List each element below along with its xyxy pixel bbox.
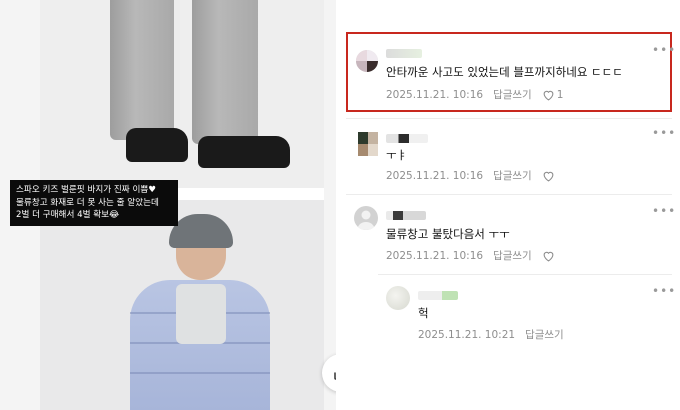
comment-timestamp: 2025.11.21. 10:16 bbox=[386, 249, 484, 262]
right-shoe bbox=[198, 136, 290, 168]
more-options-icon[interactable]: ••• bbox=[652, 204, 676, 218]
comment-timestamp: 2025.11.21. 10:16 bbox=[386, 88, 484, 101]
pants-right-leg bbox=[192, 0, 258, 144]
left-shoe bbox=[126, 128, 188, 162]
avatar[interactable] bbox=[358, 132, 378, 156]
like-button[interactable] bbox=[542, 250, 555, 262]
comment-timestamp: 2025.11.21. 10:21 bbox=[418, 328, 516, 341]
like-button[interactable] bbox=[542, 170, 555, 182]
comment-meta: 2025.11.21. 10:21 답글쓰기 bbox=[418, 327, 564, 342]
like-count: 1 bbox=[556, 88, 564, 101]
comment-text: 물류창고 불탔다음서 ㅜㅜ bbox=[386, 227, 510, 241]
comment-divider bbox=[346, 194, 672, 195]
comment-timestamp: 2025.11.21. 10:16 bbox=[386, 169, 484, 182]
caption-line: 2벌 더 구매해서 4벌 확보😂 bbox=[16, 210, 120, 220]
comment-text: 헉 bbox=[418, 306, 429, 320]
product-photo-panel: 스파오 키즈 벌룬핏 바지가 진짜 이쁨♥ 물류창고 화재로 더 못 사는 줄 … bbox=[0, 0, 370, 410]
comment-text: ㅜㅑ bbox=[386, 148, 408, 162]
reply-button[interactable]: 답글쓰기 bbox=[525, 327, 564, 342]
comment-text: 안타까운 사고도 있었는데 블프까지하네요 ㄷㄷㄷ bbox=[386, 65, 623, 79]
comment-divider bbox=[346, 118, 672, 119]
reply-button[interactable]: 답글쓰기 bbox=[493, 248, 532, 263]
child-model-photo bbox=[40, 200, 324, 410]
avatar[interactable] bbox=[356, 50, 378, 72]
heart-icon bbox=[543, 171, 554, 182]
heart-icon bbox=[543, 90, 554, 101]
username[interactable] bbox=[386, 49, 422, 58]
pants-left-leg bbox=[110, 0, 174, 140]
caption-line: 물류창고 화재로 더 못 사는 줄 알았는데 bbox=[16, 197, 159, 208]
like-button[interactable]: 1 bbox=[542, 88, 564, 101]
beanie-hat bbox=[169, 214, 233, 248]
reply-button[interactable]: 답글쓰기 bbox=[493, 168, 532, 183]
sweater bbox=[176, 284, 226, 344]
more-options-icon[interactable]: ••• bbox=[652, 284, 676, 298]
username[interactable] bbox=[418, 291, 458, 300]
avatar[interactable] bbox=[354, 206, 378, 230]
reply-button[interactable]: 답글쓰기 bbox=[493, 87, 532, 102]
photo-caption: 스파오 키즈 벌룬핏 바지가 진짜 이쁨♥ 물류창고 화재로 더 못 사는 줄 … bbox=[10, 180, 178, 226]
caption-line: 스파오 키즈 벌룬핏 바지가 진짜 이쁨♥ bbox=[16, 185, 156, 195]
heart-icon bbox=[543, 251, 554, 262]
avatar[interactable] bbox=[386, 286, 410, 310]
more-options-icon[interactable]: ••• bbox=[652, 126, 676, 140]
comment-divider bbox=[378, 274, 672, 275]
comment-meta: 2025.11.21. 10:16 답글쓰기 bbox=[386, 168, 555, 183]
comment-meta: 2025.11.21. 10:16 답글쓰기 1 bbox=[386, 87, 563, 102]
default-avatar-icon bbox=[357, 210, 375, 230]
more-options-icon[interactable]: ••• bbox=[652, 43, 676, 57]
pants-photo bbox=[40, 0, 324, 188]
username[interactable] bbox=[386, 134, 428, 143]
username[interactable] bbox=[386, 211, 426, 220]
comment-meta: 2025.11.21. 10:16 답글쓰기 bbox=[386, 248, 555, 263]
